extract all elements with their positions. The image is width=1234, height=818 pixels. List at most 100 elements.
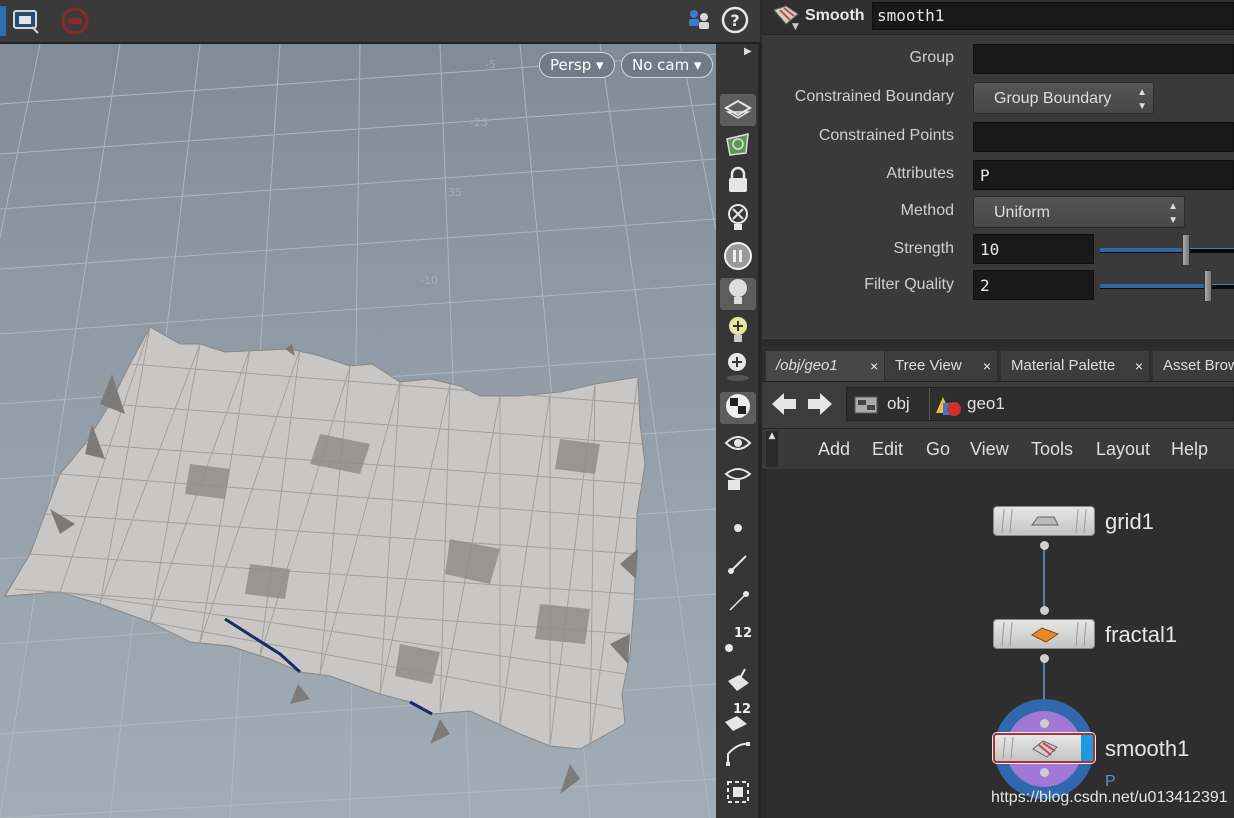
shading-mode-tool[interactable] — [720, 392, 756, 424]
node-fractal1[interactable] — [993, 619, 1095, 649]
updown-arrow-icon: ▲ ▼ — [1137, 87, 1147, 112]
tab-material-palette[interactable]: Material Palette × — [1001, 351, 1149, 381]
filter-quality-slider-thumb[interactable] — [1204, 270, 1212, 302]
checker-square-icon — [724, 778, 752, 810]
expand-arrow-icon[interactable]: ▶ — [744, 46, 752, 57]
close-icon[interactable]: × — [983, 351, 991, 381]
smooth-sop-icon — [1002, 735, 1093, 761]
prim-normals-tool[interactable] — [720, 666, 756, 698]
strength-slider[interactable] — [1100, 234, 1234, 266]
fractal-sop-icon — [1001, 621, 1087, 647]
left-edge-tab[interactable] — [0, 6, 6, 36]
network-editor[interactable]: grid1 fractal1 smooth1 P https://blog.cs… — [766, 469, 1234, 818]
filter-quality-slider[interactable] — [1100, 270, 1234, 302]
menu-go[interactable]: Go — [926, 439, 950, 460]
tab-label: Tree View — [895, 357, 962, 374]
node-name-field[interactable]: smooth1 — [872, 2, 1234, 30]
node-smooth1-input[interactable] — [1040, 719, 1049, 728]
strength-field[interactable]: 10 — [973, 234, 1094, 264]
filter-quality-field[interactable]: 2 — [973, 270, 1094, 300]
node-fractal1-input[interactable] — [1040, 606, 1049, 615]
strength-slider-thumb[interactable] — [1182, 234, 1190, 266]
menu-view[interactable]: View — [970, 439, 1009, 460]
constrained-points-field[interactable] — [973, 122, 1234, 152]
ground-tool[interactable] — [720, 130, 756, 162]
node-grid1[interactable] — [993, 506, 1095, 536]
viewport-side-toolbar: ▶ 12 12 — [716, 44, 760, 818]
network-path-bar: obj geo1 — [762, 381, 1234, 428]
menu-add[interactable]: Add — [818, 439, 850, 460]
menu-tools[interactable]: Tools — [1031, 439, 1073, 460]
users-icon[interactable] — [686, 6, 712, 36]
breadcrumb-obj[interactable]: obj — [887, 394, 910, 414]
breadcrumb-geo1[interactable]: geo1 — [967, 394, 1005, 414]
normal-light-tool[interactable] — [720, 278, 756, 310]
parameter-header: ▼ Smooth smooth1 — [762, 0, 1234, 35]
close-icon[interactable]: × — [870, 351, 878, 381]
shadow-light-tool[interactable] — [720, 352, 756, 384]
node-grid1-output[interactable] — [1040, 541, 1049, 550]
lock-icon — [726, 166, 750, 198]
grid-sop-icon — [1001, 508, 1087, 534]
method-label: Method — [900, 202, 954, 219]
help-icon[interactable]: ? — [721, 6, 749, 34]
lock-camera-tool[interactable] — [720, 166, 756, 198]
obj-context-icon — [853, 393, 881, 421]
tab-tree-view[interactable]: Tree View × — [885, 351, 997, 381]
group-field[interactable] — [973, 44, 1234, 74]
eye-options-icon — [724, 464, 752, 496]
svg-text:35: 35 — [448, 186, 462, 199]
no-entry-icon[interactable] — [60, 6, 90, 36]
tab-obj-geo1[interactable]: /obj/geo1 × — [766, 351, 884, 381]
svg-text:?: ? — [730, 11, 739, 30]
bulb-icon — [726, 277, 750, 311]
strength-label: Strength — [893, 240, 954, 257]
menu-layout[interactable]: Layout — [1096, 439, 1150, 460]
node-fractal1-output[interactable] — [1040, 654, 1049, 663]
menu-edit[interactable]: Edit — [872, 439, 903, 460]
back-arrow-icon[interactable] — [770, 390, 798, 422]
terrain-icon — [724, 131, 752, 161]
parameter-pane: ▼ Smooth smooth1 Group Constrained Bound… — [762, 0, 1234, 345]
point-normals-tool[interactable] — [720, 550, 756, 582]
tab-label: Asset Brow — [1163, 357, 1234, 374]
method-menu[interactable]: Uniform ▲ ▼ — [973, 196, 1185, 228]
pane-resize-handle[interactable] — [762, 338, 1234, 345]
node-smooth1-output[interactable] — [1040, 768, 1049, 777]
node-smooth1[interactable] — [993, 733, 1095, 763]
point-normal-icon — [726, 552, 750, 580]
snapshot-icon[interactable] — [12, 8, 40, 34]
high-quality-light-tool[interactable] — [720, 316, 756, 348]
point-display-tool[interactable] — [720, 512, 756, 544]
scene-viewport[interactable]: -5 -25 35 -10 Persp ▾ No cam ▾ — [0, 44, 716, 818]
scene-view[interactable]: -5 -25 35 -10 — [0, 44, 716, 818]
profile-curve-tool[interactable] — [720, 740, 756, 772]
watermark: https://blog.csdn.net/u013412391 — [991, 789, 1228, 806]
curve-icon — [724, 740, 752, 772]
constrained-boundary-value: Group Boundary — [994, 90, 1112, 107]
constrained-boundary-menu[interactable]: Group Boundary ▲ ▼ — [973, 82, 1154, 114]
headlight-tool[interactable] — [720, 242, 756, 274]
bulb-shadow-icon — [725, 351, 751, 385]
camera-dropdown[interactable]: No cam ▾ — [621, 52, 713, 78]
point-numbers-tool[interactable]: 12 — [720, 624, 756, 656]
display-options-tool[interactable] — [720, 464, 756, 496]
reference-plane-tool[interactable] — [720, 94, 756, 126]
close-icon[interactable]: × — [1135, 351, 1143, 381]
uv-seams-tool[interactable] — [720, 778, 756, 810]
svg-text:-10: -10 — [420, 274, 438, 287]
tab-asset-browser[interactable]: Asset Brow — [1153, 351, 1234, 381]
point-velocity-tool[interactable] — [720, 588, 756, 620]
pane-toggle[interactable]: ▲ — [766, 431, 778, 467]
forward-arrow-icon[interactable] — [806, 390, 834, 422]
method-value: Uniform — [994, 204, 1051, 221]
chevron-down-icon[interactable]: ▼ — [792, 22, 799, 32]
persp-dropdown[interactable]: Persp ▾ — [539, 52, 615, 78]
persp-label: Persp — [550, 56, 592, 74]
prim-numbers-tool[interactable]: 12 — [720, 702, 756, 734]
bulb-plus-icon — [726, 315, 750, 349]
menu-help[interactable]: Help — [1171, 439, 1208, 460]
visibility-tool[interactable] — [720, 430, 756, 462]
attributes-field[interactable]: P — [973, 160, 1234, 190]
light-off-tool[interactable] — [720, 204, 756, 236]
